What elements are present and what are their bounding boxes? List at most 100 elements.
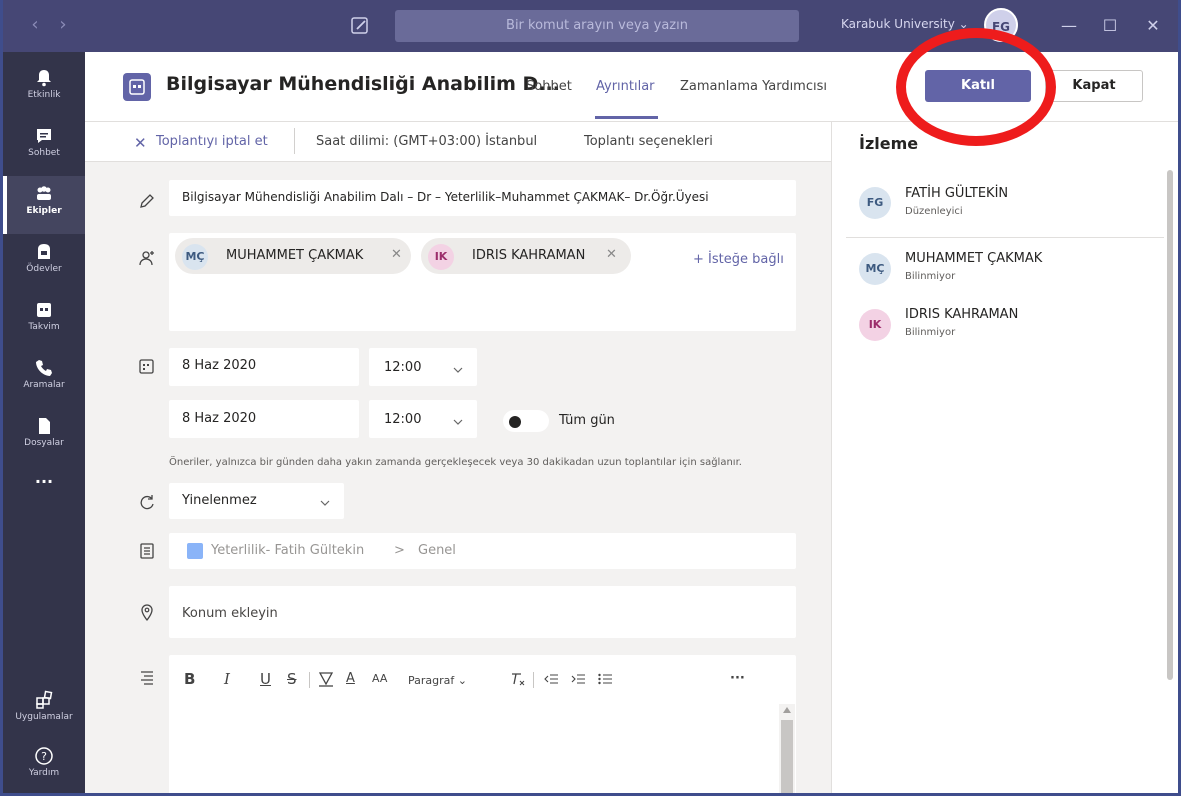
avatar: MÇ <box>859 253 891 285</box>
scroll-thumb[interactable] <box>781 720 793 793</box>
teams-icon <box>34 184 54 204</box>
meeting-options-link[interactable]: Toplantı seçenekleri <box>584 134 713 149</box>
all-day-label: Tüm gün <box>559 413 615 428</box>
attendee-name: MUHAMMET ÇAKMAK <box>226 248 364 263</box>
underline-button[interactable]: U <box>260 668 271 690</box>
add-person-icon <box>137 248 157 268</box>
rail-label: Aramalar <box>23 380 65 390</box>
close-icon[interactable]: ✕ <box>134 134 147 152</box>
repeat-icon <box>137 492 157 512</box>
strikethrough-button[interactable]: S <box>287 668 297 690</box>
paragraph-dropdown[interactable]: Paragraf ⌄ <box>408 670 467 692</box>
svg-text:?: ? <box>41 750 47 763</box>
bell-icon <box>34 68 54 88</box>
chevron-down-icon <box>452 364 464 376</box>
org-name: Karabuk University <box>841 17 955 31</box>
compose-icon[interactable] <box>349 15 371 37</box>
maximize-icon[interactable]: ☐ <box>1098 14 1122 38</box>
remove-attendee-icon[interactable]: ✕ <box>606 247 617 262</box>
org-switcher[interactable]: Karabuk University ⌄ <box>841 17 969 31</box>
person-role: Bilinmiyor <box>905 327 956 338</box>
tab-chat[interactable]: Sohbet <box>526 79 572 94</box>
attendee-name: IDRIS KAHRAMAN <box>472 248 586 263</box>
suggestions-hint: Öneriler, yalnızca bir günden daha yakın… <box>169 457 742 468</box>
minimize-icon[interactable]: — <box>1057 14 1081 38</box>
chevron-down-icon <box>452 416 464 428</box>
tab-scheduling-assistant[interactable]: Zamanlama Yardımcısı <box>680 79 827 94</box>
repeat-value: Yinelenmez <box>182 493 257 508</box>
close-button[interactable]: Kapat <box>1045 70 1143 102</box>
team-icon <box>187 543 203 559</box>
rail-item-apps[interactable]: Uygulamalar <box>3 682 85 740</box>
end-date-value: 8 Haz 2020 <box>182 411 257 426</box>
timezone-selector[interactable]: Saat dilimi: (GMT+03:00) İstanbul <box>316 134 537 149</box>
person-role: Bilinmiyor <box>905 271 956 282</box>
channel-separator: > <box>394 543 405 558</box>
rail-label: Takvim <box>28 322 60 332</box>
panel-divider <box>846 237 1164 238</box>
help-icon: ? <box>34 746 54 766</box>
forward-arrow-icon[interactable]: › <box>53 14 73 36</box>
rail-label: Uygulamalar <box>15 712 73 722</box>
font-size-button[interactable]: AA <box>372 668 387 690</box>
calendar-icon <box>137 356 157 376</box>
cancel-meeting-button[interactable]: Toplantıyı iptal et <box>156 134 268 149</box>
files-icon <box>34 416 54 436</box>
rail-item-help[interactable]: ? Yardım <box>3 738 85 793</box>
italic-button[interactable]: I <box>224 668 230 690</box>
tracking-title: İzleme <box>859 134 919 153</box>
calendar-icon <box>34 300 54 320</box>
toolbar-divider <box>309 672 310 688</box>
rail-item-chat[interactable]: Sohbet <box>3 118 85 176</box>
panel-scrollbar[interactable] <box>1167 170 1173 680</box>
bullet-list-icon[interactable] <box>597 671 613 687</box>
rail-label: Etkinlik <box>27 90 61 100</box>
active-tab-indicator <box>595 116 658 119</box>
description-icon <box>137 667 157 687</box>
tab-details[interactable]: Ayrıntılar <box>596 79 655 94</box>
assignments-icon <box>34 242 54 262</box>
end-time-value: 12:00 <box>384 412 422 427</box>
rail-item-assignments[interactable]: Ödevler <box>3 234 85 292</box>
rail-item-teams[interactable]: Ekipler <box>3 176 85 234</box>
close-window-icon[interactable]: ✕ <box>1141 14 1165 38</box>
avatar: IK <box>428 244 454 270</box>
rail-item-calendar[interactable]: Takvim <box>3 292 85 350</box>
font-color-button[interactable]: A <box>346 668 355 690</box>
channel-team: Yeterlilik- Fatih Gültekin <box>211 543 365 558</box>
bold-button[interactable]: B <box>184 668 195 690</box>
back-arrow-icon[interactable]: ‹ <box>25 14 45 36</box>
outdent-icon[interactable] <box>543 671 559 687</box>
chat-icon <box>34 126 54 146</box>
more-options-button[interactable]: ··· <box>730 668 745 690</box>
phone-icon <box>34 358 54 378</box>
highlight-icon[interactable] <box>318 671 334 687</box>
app-window: ‹ › Bir komut arayın veya yazın Karabuk … <box>0 0 1181 796</box>
rail-item-files[interactable]: Dosyalar <box>3 408 85 466</box>
rail-item-calls[interactable]: Aramalar <box>3 350 85 408</box>
optional-attendees-link[interactable]: + İsteğe bağlı <box>693 252 784 267</box>
apps-icon <box>34 690 54 710</box>
highlight-annotation <box>896 28 1056 146</box>
avatar: MÇ <box>182 244 208 270</box>
person-role: Düzenleyici <box>905 206 963 217</box>
indent-icon[interactable] <box>570 671 586 687</box>
avatar: FG <box>859 187 891 219</box>
location-placeholder: Konum ekleyin <box>182 606 278 621</box>
scroll-up-icon[interactable] <box>783 707 791 713</box>
rail-item-activity[interactable]: Etkinlik <box>3 60 85 118</box>
start-date-value: 8 Haz 2020 <box>182 358 257 373</box>
location-icon <box>137 603 157 623</box>
avatar: IK <box>859 309 891 341</box>
app-rail: Etkinlik Sohbet Ekipler Ödevler Takvim A… <box>3 52 85 793</box>
paragraph-label: Paragraf <box>408 674 455 687</box>
tracking-panel <box>831 122 1178 793</box>
chevron-down-icon: ⌄ <box>457 674 467 687</box>
clear-format-icon[interactable] <box>509 671 525 687</box>
command-search-input[interactable]: Bir komut arayın veya yazın <box>395 10 799 42</box>
more-apps-button[interactable]: ... <box>3 468 85 526</box>
rail-label: Dosyalar <box>24 438 64 448</box>
remove-attendee-icon[interactable]: ✕ <box>391 247 402 262</box>
toggle-knob <box>509 416 521 428</box>
page-title: Bilgisayar Mühendisliği Anabilim D... <box>166 73 560 95</box>
